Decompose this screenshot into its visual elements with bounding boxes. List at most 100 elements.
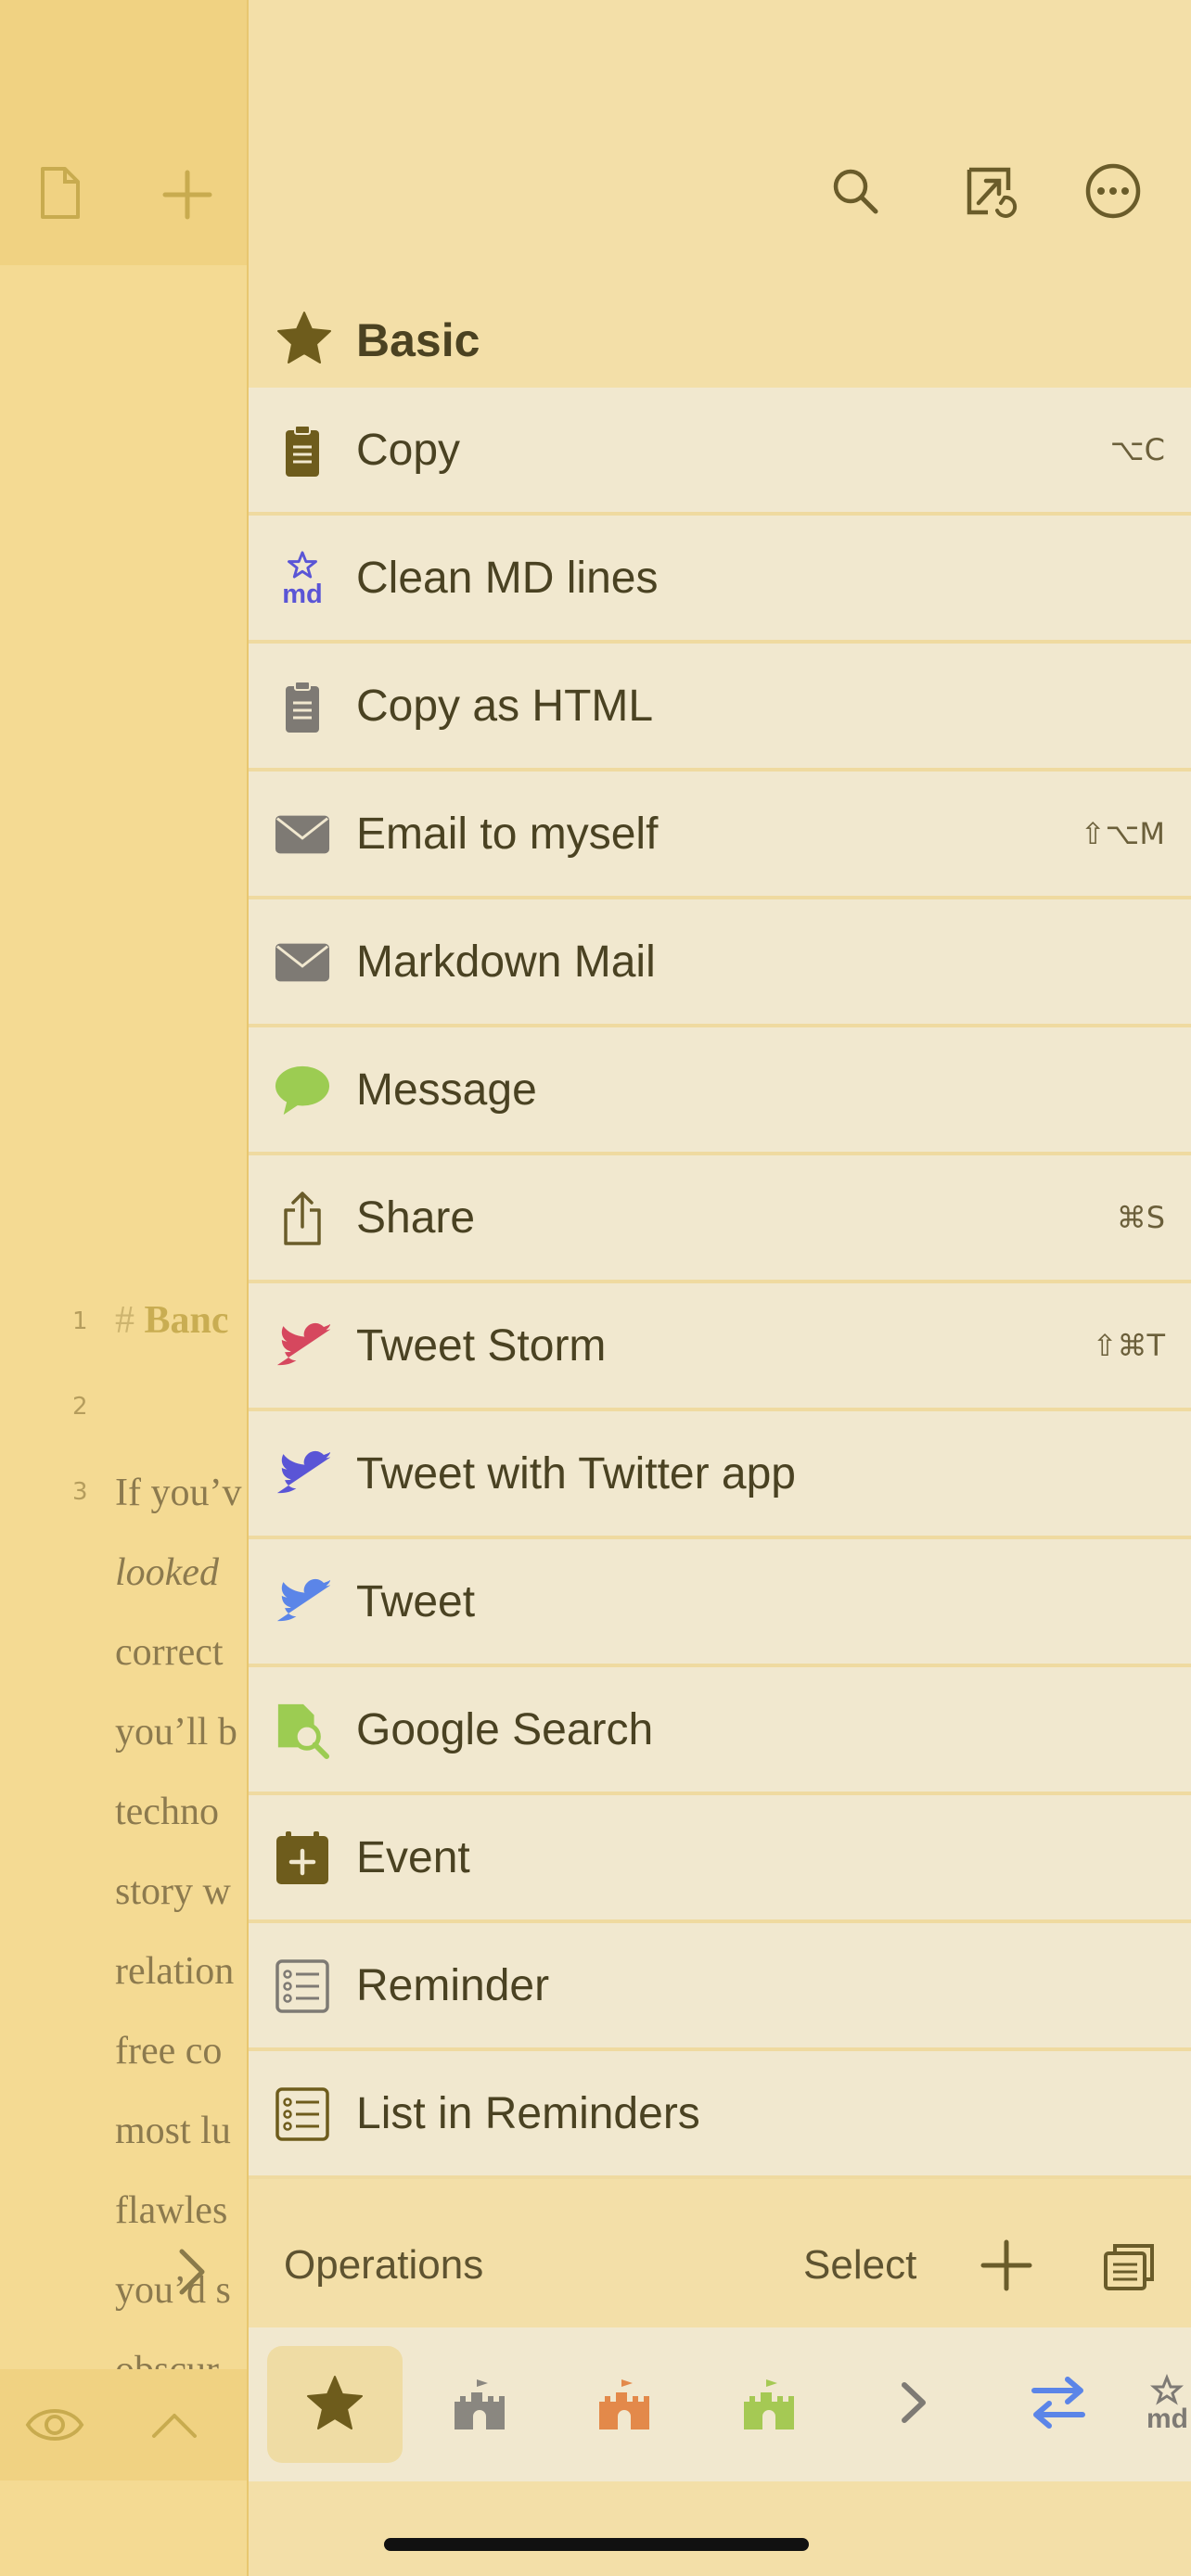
castle-orange-icon xyxy=(596,2374,653,2436)
swap-arrows-icon xyxy=(1029,2374,1088,2436)
search-icon xyxy=(829,165,881,222)
action-shortcut: ⇧⌥M xyxy=(1080,816,1165,851)
body-line: story w xyxy=(115,1870,231,1913)
action-list-in-reminders[interactable]: List in Reminders xyxy=(249,2051,1191,2179)
message-bubble-icon xyxy=(275,1063,330,1118)
tab-chevron[interactable] xyxy=(846,2346,981,2463)
action-label: Message xyxy=(356,1065,537,1115)
action-label: Copy as HTML xyxy=(356,682,654,731)
line-number: 3 xyxy=(72,1478,88,1506)
checklist-icon xyxy=(275,2086,330,2142)
editor-toolbar xyxy=(0,0,247,265)
document-icon[interactable] xyxy=(37,165,83,225)
group-title: Basic xyxy=(356,314,480,366)
calendar-add-icon xyxy=(275,1830,330,1886)
castle-gray-icon xyxy=(451,2374,508,2436)
action-label: Tweet Storm xyxy=(356,1321,607,1371)
tab-basic[interactable] xyxy=(267,2346,403,2463)
action-share[interactable]: Share ⌘S xyxy=(249,1155,1191,1283)
tab-castle-gray[interactable] xyxy=(412,2346,547,2463)
action-label: Copy xyxy=(356,426,461,475)
chevron-right-icon[interactable] xyxy=(173,2244,210,2304)
select-button[interactable]: Select xyxy=(803,2242,916,2289)
body-line: techno xyxy=(115,1791,219,1833)
heading-marker: # xyxy=(115,1299,134,1342)
star-icon xyxy=(305,2374,365,2436)
body-line: you’ll b xyxy=(115,1711,237,1753)
body-line: free co xyxy=(115,2030,223,2072)
action-label: Google Search xyxy=(356,1705,654,1754)
tab-md[interactable]: md xyxy=(1135,2346,1191,2463)
resize-button[interactable] xyxy=(954,156,1028,230)
twitter-bird-icon xyxy=(275,1575,330,1630)
body-line: flawles xyxy=(115,2189,228,2232)
tab-swap[interactable] xyxy=(991,2346,1126,2463)
action-message[interactable]: Message xyxy=(249,1027,1191,1155)
action-shortcut: ⌥C xyxy=(1109,432,1165,467)
clipboard-icon xyxy=(275,423,330,478)
group-header[interactable]: Basic xyxy=(249,287,1191,388)
body-line: most lu xyxy=(115,2110,231,2152)
action-shortcut: ⇧⌘T xyxy=(1092,1328,1165,1363)
editor-bottom-toolbar xyxy=(0,2369,247,2480)
operations-button[interactable]: Operations xyxy=(284,2242,483,2289)
line-number: 2 xyxy=(72,1393,88,1421)
svg-text:md: md xyxy=(1146,2404,1188,2431)
action-shortcut: ⌘S xyxy=(1116,1200,1165,1235)
action-copy[interactable]: Copy ⌥C xyxy=(249,388,1191,516)
action-tweet-with-twitter-app[interactable]: Tweet with Twitter app xyxy=(249,1411,1191,1539)
home-indicator[interactable] xyxy=(384,2538,809,2551)
tab-castle-green[interactable] xyxy=(701,2346,837,2463)
action-google-search[interactable]: Google Search xyxy=(249,1667,1191,1795)
envelope-icon xyxy=(275,935,330,990)
action-label: Event xyxy=(356,1833,470,1882)
action-email-to-myself[interactable]: Email to myself ⇧⌥M xyxy=(249,772,1191,899)
search-button[interactable] xyxy=(818,156,892,230)
body-line: looked xyxy=(115,1551,219,1594)
actions-list: Copy ⌥C md Clean MD lines Copy as HTML E… xyxy=(249,388,1191,2179)
action-label: Reminder xyxy=(356,1961,550,2010)
action-label: Share xyxy=(356,1193,476,1243)
more-button[interactable] xyxy=(1076,156,1150,230)
line-number: 1 xyxy=(72,1307,88,1335)
action-event[interactable]: Event xyxy=(249,1795,1191,1923)
add-document-icon[interactable] xyxy=(160,167,215,227)
star-icon xyxy=(276,310,332,370)
action-markdown-mail[interactable]: Markdown Mail xyxy=(249,899,1191,1027)
copy-stack-icon[interactable] xyxy=(1102,2240,1158,2297)
action-label: Tweet xyxy=(356,1577,476,1626)
share-icon xyxy=(275,1191,330,1246)
tab-castle-orange[interactable] xyxy=(557,2346,692,2463)
action-clean-md-lines[interactable]: md Clean MD lines xyxy=(249,516,1191,644)
panel-header: Basic xyxy=(249,0,1191,388)
group-tab-bar: md xyxy=(249,2327,1191,2481)
action-label: Clean MD lines xyxy=(356,554,659,603)
chevron-up-icon[interactable] xyxy=(150,2408,198,2446)
body-line: If you’v xyxy=(115,1472,242,1514)
eye-icon[interactable] xyxy=(24,2403,85,2452)
editor-heading: # Banc xyxy=(115,1298,229,1343)
action-label: Markdown Mail xyxy=(356,937,656,987)
body-line: relation xyxy=(115,1950,235,1993)
castle-green-icon xyxy=(740,2374,798,2436)
editor-pane: 1 # Banc 2 3 If you’v looked correct you… xyxy=(0,0,247,2576)
body-line: correct xyxy=(115,1631,224,1674)
chevron-right-icon xyxy=(895,2379,932,2430)
md-star-icon: md xyxy=(275,551,330,607)
add-action-button[interactable] xyxy=(980,2238,1033,2297)
operations-bar: Operations Select xyxy=(249,2203,1191,2327)
checklist-icon xyxy=(275,1958,330,2014)
action-tweet[interactable]: Tweet xyxy=(249,1539,1191,1667)
action-label: Email to myself xyxy=(356,810,659,859)
svg-text:md: md xyxy=(282,580,323,607)
action-tweet-storm[interactable]: Tweet Storm ⇧⌘T xyxy=(249,1283,1191,1411)
envelope-icon xyxy=(275,807,330,862)
ellipsis-circle-icon xyxy=(1084,162,1142,224)
actions-panel: Basic Copy ⌥C md Clean MD lines Copy as … xyxy=(247,0,1191,2576)
action-label: List in Reminders xyxy=(356,2089,700,2138)
document-search-icon xyxy=(275,1702,330,1759)
clipboard-icon xyxy=(275,679,330,734)
action-copy-as-html[interactable]: Copy as HTML xyxy=(249,644,1191,772)
action-reminder[interactable]: Reminder xyxy=(249,1923,1191,2051)
twitter-bird-icon xyxy=(275,1319,330,1374)
